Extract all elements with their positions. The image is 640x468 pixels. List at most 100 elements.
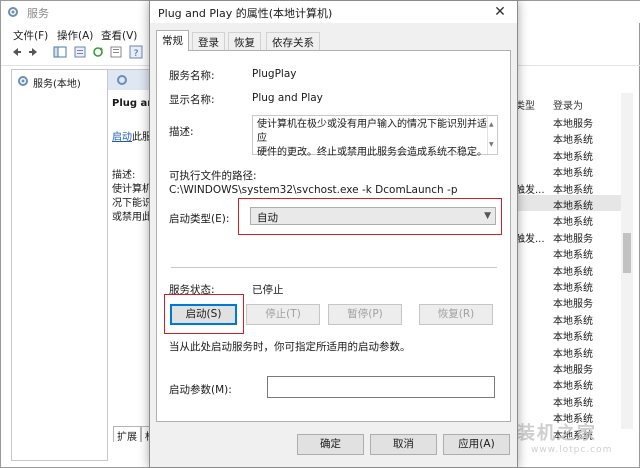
close-icon[interactable]: ✕ (483, 1, 517, 23)
svg-text:?: ? (134, 49, 139, 59)
services-list-row[interactable]: 本地系统 (515, 375, 627, 393)
startup-type-label: 启动类型(E): (169, 213, 230, 225)
service-detail-pane: Plug and 启动此服 描述: 使计算机 况下能识 或禁用此 (108, 69, 162, 461)
col-header-logon[interactable]: 登录为 (553, 97, 583, 112)
watermark-text: 装机之家 (517, 423, 597, 444)
row-logon-cell: 本地系统 (553, 151, 593, 163)
services-list-row[interactable]: 本地系统 (515, 310, 627, 327)
row-logon-cell: 本地系统 (553, 397, 593, 409)
row-logon-cell: 本地系统 (553, 184, 593, 196)
dialog-tabs: 常规 登录 恢复 依存关系 (156, 30, 512, 51)
services-list-row[interactable]: 本地服务 (515, 113, 627, 130)
ok-button[interactable]: 确定 (297, 434, 364, 455)
row-logon-cell: 本地系统 (553, 381, 593, 393)
display-name-value: Plug and Play (252, 92, 323, 104)
services-list-row[interactable]: 本地系统 (515, 129, 627, 146)
refresh-icon[interactable] (91, 45, 105, 59)
services-list-row[interactable]: 触发... 本地服务 (515, 228, 627, 245)
row-logon-cell: 本地系统 (553, 168, 593, 180)
service-status-value: 已停止 (252, 284, 284, 296)
row-logon-cell: 本地系统 (553, 217, 593, 229)
description-scrollbar[interactable]: ▲ ▼ (487, 116, 497, 154)
services-list-row[interactable]: 本地系统 (515, 277, 627, 294)
properties-icon[interactable] (73, 45, 87, 59)
start-params-label: 启动参数(M): (169, 384, 232, 396)
highlight-startup-type (238, 198, 502, 235)
tab-extended[interactable]: 扩展 (113, 426, 141, 443)
services-list-row[interactable]: 本地系统 (515, 162, 627, 180)
row-logon-cell: 本地服务 (553, 365, 593, 376)
row-logon-cell: 本地服务 (553, 299, 593, 311)
services-list-row[interactable]: 本地系统 (515, 195, 627, 212)
services-list-row[interactable]: 本地服务 (515, 293, 627, 311)
dialog-titlebar: Plug and Play 的属性(本地计算机) ✕ (150, 1, 517, 23)
services-menubar: 文件(F) 操作(A) 查看(V) (1, 25, 151, 43)
row-logon-cell: 本地系统 (553, 348, 593, 360)
menu-view[interactable]: 查看(V) (101, 28, 137, 43)
export-list-icon[interactable] (109, 45, 123, 59)
stop-service-button[interactable]: 停止(T) (246, 304, 320, 325)
services-toolbar: ? (1, 43, 151, 63)
services-list-row[interactable]: 本地系统 (515, 244, 627, 262)
services-list-row[interactable]: 本地系统 (515, 392, 627, 409)
row-logon-cell: 本地系统 (553, 201, 593, 212)
detail-desc-line: 使计算机 (112, 184, 152, 195)
description-line: 硬件的更改。终止或禁用此服务会造成系统不稳定。 (257, 147, 487, 158)
tab-recovery[interactable]: 恢复 (228, 32, 261, 50)
cancel-button[interactable]: 取消 (370, 434, 437, 455)
tab-dependencies[interactable]: 依存关系 (266, 32, 320, 50)
services-list-pane: 类型 登录为 本地服务 本地系统 本地系统 本地系统 触发... 本地系统 本地系统 本地系统… (515, 69, 637, 461)
scroll-up-icon[interactable]: ▲ (489, 118, 494, 132)
services-list-row[interactable]: 本地系统 (515, 146, 627, 163)
description-label: 描述: (169, 126, 194, 138)
tree-item-services-local[interactable]: 服务(本地) (15, 73, 105, 90)
detail-desc-line: 况下能识 (112, 198, 152, 209)
services-gear-icon (18, 76, 28, 86)
forward-arrow-icon[interactable] (27, 45, 41, 59)
services-list-row[interactable]: 本地系统 (515, 343, 627, 360)
services-list-row[interactable]: 本地系统 (515, 326, 627, 343)
general-tab-panel: 服务名称: PlugPlay 显示名称: Plug and Play 描述: 使… (156, 50, 511, 422)
service-name-value: PlugPlay (252, 68, 297, 80)
tab-general[interactable]: 常规 (156, 30, 189, 51)
services-gear-icon (8, 7, 18, 17)
row-logon-cell: 本地服务 (553, 233, 593, 245)
row-type-cell: 触发... (515, 184, 545, 196)
detail-desc-line: 或禁用此 (112, 212, 152, 223)
path-value: C:\WINDOWS\system32\svchost.exe -k DcomL… (169, 184, 458, 196)
properties-dialog: Plug and Play 的属性(本地计算机) ✕ 常规 登录 恢复 依存关系… (149, 0, 518, 468)
help-icon[interactable]: ? (129, 45, 143, 59)
row-logon-cell: 本地系统 (553, 315, 593, 327)
menu-action[interactable]: 操作(A) (57, 28, 93, 43)
services-list-row[interactable]: 本地服务 (515, 359, 627, 376)
menu-file[interactable]: 文件(F) (13, 28, 48, 43)
row-logon-cell: 本地系统 (553, 266, 593, 278)
path-label: 可执行文件的路径: (169, 170, 257, 182)
start-params-input[interactable] (267, 376, 495, 398)
scroll-down-icon[interactable]: ▼ (489, 138, 494, 152)
scrollbar-thumb[interactable] (623, 233, 631, 273)
row-logon-cell: 本地服务 (553, 119, 593, 130)
description-textbox[interactable]: 使计算机在极少或没有用户输入的情况下能识别并适应 硬件的更改。终止或禁用此服务会… (252, 115, 498, 158)
services-list-row[interactable]: 触发... 本地系统 (515, 179, 627, 196)
col-header-type[interactable]: 类型 (515, 97, 535, 112)
pause-service-button[interactable]: 暂停(P) (328, 304, 402, 325)
console-tree-icon[interactable] (53, 45, 67, 59)
start-params-hint: 当从此处启动服务时，你可指定所适用的启动参数。 (169, 341, 411, 353)
services-list-row[interactable]: 本地系统 (515, 261, 627, 278)
apply-button[interactable]: 应用(A) (443, 434, 510, 455)
dialog-title: Plug and Play 的属性(本地计算机) (158, 7, 333, 20)
service-name-label: 服务名称: (169, 70, 215, 82)
detail-header (108, 70, 153, 90)
resume-service-button[interactable]: 恢复(R) (419, 304, 493, 325)
services-list-row[interactable]: 本地系统 (515, 211, 627, 229)
row-logon-cell: 本地系统 (553, 250, 593, 262)
highlight-start-button (164, 294, 244, 334)
services-list-scrollbar[interactable] (621, 93, 633, 429)
back-arrow-icon[interactable] (9, 45, 23, 59)
tab-logon[interactable]: 登录 (192, 32, 225, 50)
row-logon-cell: 本地系统 (553, 283, 593, 294)
detail-start-link[interactable]: 启动 (112, 132, 132, 143)
watermark-url: www.lotpc.com (531, 445, 613, 455)
description-line: 使计算机在极少或没有用户输入的情况下能识别并适应 (257, 119, 487, 144)
